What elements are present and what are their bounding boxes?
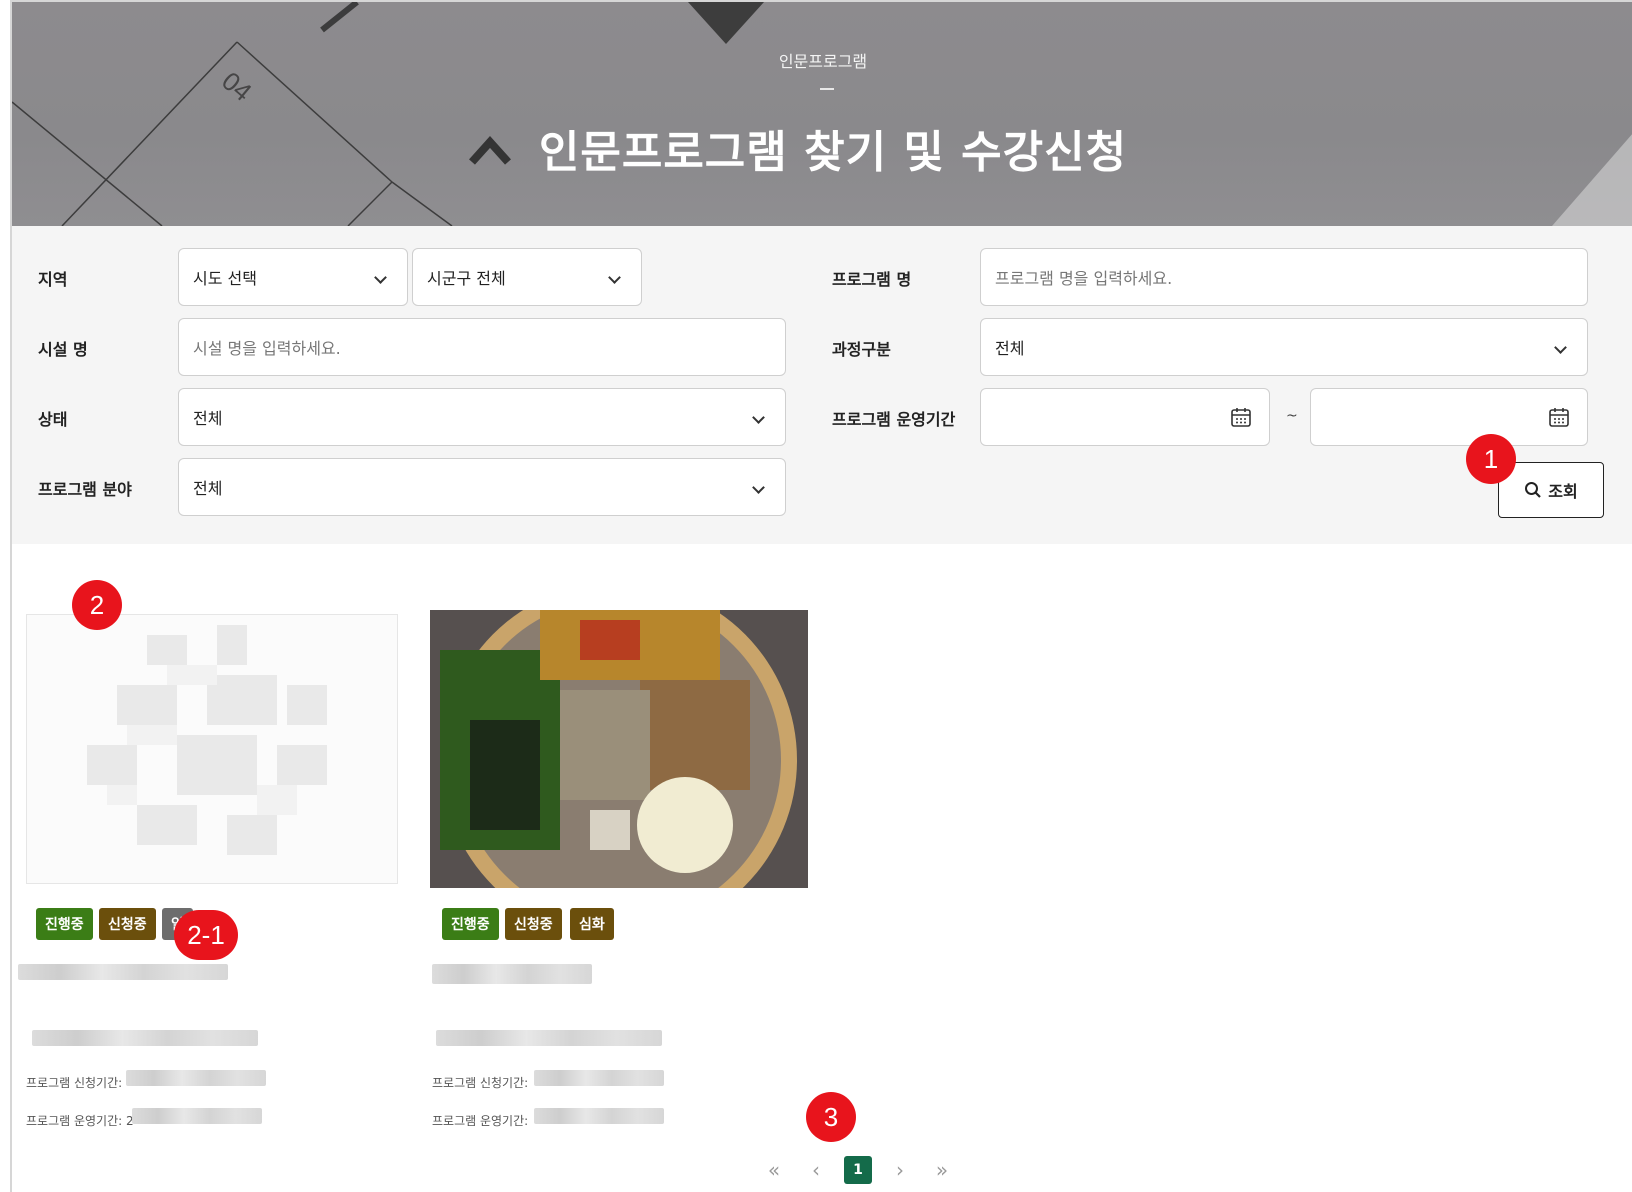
run-period-value-blurred [534, 1108, 664, 1124]
card-facility-blurred [32, 1030, 258, 1046]
program-name-placeholder: 프로그램 명을 입력하세요. [995, 269, 1173, 288]
status-label: 상태 [38, 410, 68, 429]
status-select[interactable]: 전체 [178, 388, 786, 446]
food-bowl-image [430, 610, 808, 888]
level-tag: 심화 [570, 908, 614, 940]
course-label: 과정구분 [832, 340, 891, 359]
facility-placeholder: 시설 명을 입력하세요. [193, 339, 341, 358]
period-start-input[interactable] [980, 388, 1270, 446]
calendar-icon[interactable] [1229, 405, 1253, 429]
page-number-current[interactable]: 1 [844, 1156, 872, 1184]
region-label: 지역 [38, 270, 68, 289]
run-period-value-blurred [132, 1108, 262, 1124]
status-tag: 진행중 [442, 908, 499, 940]
hero-background-graphic: 04 [12, 2, 1632, 226]
apply-period-label: 프로그램 신청기간: [26, 1076, 123, 1090]
card-facility-blurred [436, 1030, 662, 1046]
field-label: 프로그램 분야 [38, 480, 132, 499]
sigungu-select-value: 시군구 전체 [427, 269, 506, 288]
run-period-label: 프로그램 운영기간: [432, 1114, 529, 1128]
field-select[interactable]: 전체 [178, 458, 786, 516]
annotation-marker-2-1: 2-1 [174, 910, 238, 960]
annotation-marker-3: 3 [806, 1092, 856, 1142]
period-end-input[interactable] [1310, 388, 1588, 446]
card-image-placeholder [87, 625, 327, 855]
search-button-label: 조회 [1548, 482, 1578, 501]
last-page-button[interactable]: » [928, 1156, 956, 1184]
next-page-button[interactable]: › [886, 1156, 914, 1184]
program-name-label: 프로그램 명 [832, 270, 912, 289]
status-tag: 신청중 [99, 908, 156, 940]
card-title-blurred[interactable] [18, 964, 228, 980]
search-icon [1525, 482, 1542, 498]
facility-input[interactable]: 시설 명을 입력하세요. [178, 318, 786, 376]
sido-select-value: 시도 선택 [193, 269, 257, 288]
status-select-value: 전체 [193, 409, 223, 428]
annotation-marker-2: 2 [72, 580, 122, 630]
program-card-image[interactable] [430, 610, 808, 888]
hero-eyebrow: 인문프로그램 [778, 52, 868, 71]
status-tag: 진행중 [36, 908, 93, 940]
sido-select[interactable]: 시도 선택 [178, 248, 408, 306]
annotation-marker-1: 1 [1466, 434, 1516, 484]
pagination: « ‹ 1 › » [760, 1156, 956, 1184]
calendar-icon[interactable] [1547, 405, 1571, 429]
course-select[interactable]: 전체 [980, 318, 1588, 376]
course-select-value: 전체 [995, 339, 1025, 358]
page: 04 인문프로그램 인문프로그램 찾기 및 수강신청 지역 시도 선택 시군구 … [10, 0, 1632, 1192]
search-button[interactable]: 조회 [1498, 462, 1604, 518]
period-separator: ~ [1286, 408, 1298, 424]
prev-page-button[interactable]: ‹ [802, 1156, 830, 1184]
apply-period-value-blurred [534, 1070, 664, 1086]
program-card-image[interactable] [26, 614, 398, 884]
apply-period-value-blurred [126, 1070, 266, 1086]
sigungu-select[interactable]: 시군구 전체 [412, 248, 642, 306]
status-tag: 신청중 [505, 908, 562, 940]
facility-label: 시설 명 [38, 340, 88, 359]
hero-divider [820, 88, 834, 90]
page-title: 인문프로그램 찾기 및 수강신청 [538, 127, 1128, 178]
hero-banner: 04 인문프로그램 인문프로그램 찾기 및 수강신청 [12, 2, 1632, 226]
field-select-value: 전체 [193, 479, 223, 498]
first-page-button[interactable]: « [760, 1156, 788, 1184]
apply-period-label: 프로그램 신청기간: [432, 1076, 529, 1090]
program-name-input[interactable]: 프로그램 명을 입력하세요. [980, 248, 1588, 306]
period-label: 프로그램 운영기간 [832, 410, 956, 429]
card-title-blurred[interactable] [432, 964, 592, 984]
run-period-label: 프로그램 운영기간: 2 [26, 1114, 134, 1128]
